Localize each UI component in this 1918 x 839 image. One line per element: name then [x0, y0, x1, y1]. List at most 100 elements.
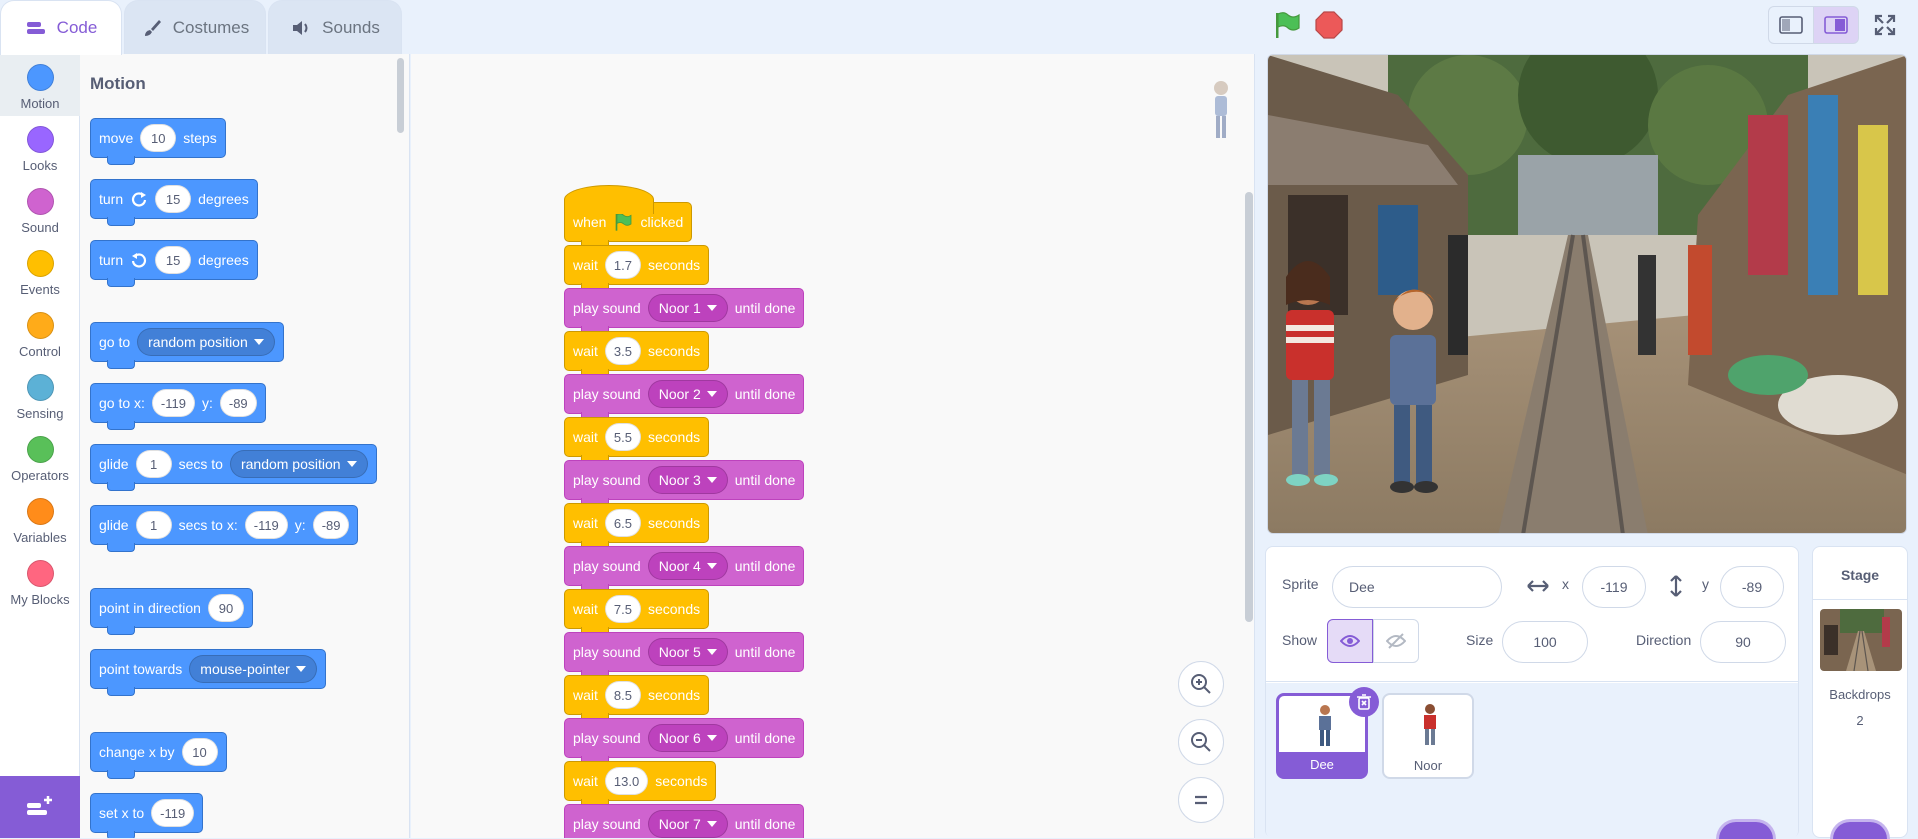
- stage-selector[interactable]: Stage Backdrops 2: [1812, 546, 1908, 839]
- palette-scrollbar[interactable]: [397, 58, 404, 133]
- category-motion[interactable]: Motion: [0, 54, 80, 116]
- zoom-reset-button[interactable]: [1178, 777, 1224, 823]
- block-input[interactable]: 7.5: [604, 595, 641, 623]
- block-input[interactable]: 6.5: [604, 509, 641, 537]
- add-extension-button[interactable]: [0, 776, 80, 838]
- block-input[interactable]: 13.0: [604, 767, 649, 795]
- block-play-sound-until-done[interactable]: play sound Noor 1 until done: [564, 288, 805, 335]
- block-input[interactable]: -89: [219, 389, 257, 417]
- fullscreen-button[interactable]: [1862, 6, 1908, 44]
- script-scrollbar[interactable]: [1245, 192, 1253, 622]
- block-play-sound-until-done[interactable]: play sound Noor 7 until done: [564, 804, 805, 838]
- category-sound[interactable]: Sound: [0, 178, 80, 240]
- block-play-sound-until-done[interactable]: play sound Noor 6 until done: [564, 718, 805, 765]
- zoom-in-button[interactable]: [1178, 661, 1224, 707]
- sprite-name-field[interactable]: Dee: [1332, 566, 1502, 608]
- show-visible-button[interactable]: [1327, 619, 1373, 663]
- block-input[interactable]: -119: [244, 511, 288, 539]
- block-dropdown[interactable]: Noor 6: [647, 724, 728, 752]
- block-point-towards[interactable]: point towards mouse-pointer: [90, 649, 326, 696]
- block-input[interactable]: 3.5: [604, 337, 641, 365]
- block-when-flag-clicked[interactable]: when clicked: [564, 185, 693, 249]
- category-sensing[interactable]: Sensing: [0, 364, 80, 426]
- size-field[interactable]: 100: [1502, 621, 1588, 663]
- category-variables[interactable]: Variables: [0, 488, 80, 550]
- block-dropdown[interactable]: mouse-pointer: [189, 655, 317, 683]
- category-looks[interactable]: Looks: [0, 116, 80, 178]
- block-input[interactable]: 15: [155, 246, 192, 274]
- large-stage-button[interactable]: [1813, 6, 1859, 44]
- block-dropdown[interactable]: Noor 1: [647, 294, 728, 322]
- green-flag-icon[interactable]: [1272, 10, 1302, 40]
- block-change-x[interactable]: change x by 10: [90, 732, 227, 779]
- direction-field[interactable]: 90: [1700, 621, 1786, 663]
- block-wait[interactable]: wait 5.5 seconds: [564, 417, 710, 464]
- tab-sounds[interactable]: Sounds: [268, 0, 402, 54]
- choose-sprite-button[interactable]: [1716, 819, 1776, 839]
- block-wait[interactable]: wait 3.5 seconds: [564, 331, 710, 378]
- block-wait[interactable]: wait 8.5 seconds: [564, 675, 710, 722]
- eye-slash-icon: [1386, 633, 1406, 649]
- block-glide-xy[interactable]: glide 1 secs to x: -119 y: -89: [90, 505, 359, 552]
- block-wait[interactable]: wait 1.7 seconds: [564, 245, 710, 292]
- block-input[interactable]: -119: [151, 389, 195, 417]
- block-input[interactable]: 5.5: [604, 423, 641, 451]
- zoom-out-button[interactable]: [1178, 719, 1224, 765]
- category-label: My Blocks: [10, 592, 70, 607]
- category-operators[interactable]: Operators: [0, 426, 80, 488]
- block-dropdown[interactable]: Noor 4: [647, 552, 728, 580]
- block-glide-to[interactable]: glide 1 secs to random position: [90, 444, 377, 491]
- stop-icon[interactable]: [1315, 11, 1343, 39]
- delete-sprite-button[interactable]: [1349, 687, 1379, 717]
- block-dropdown[interactable]: Noor 3: [647, 466, 728, 494]
- block-input[interactable]: 90: [207, 594, 244, 622]
- block-play-sound-until-done[interactable]: play sound Noor 2 until done: [564, 374, 805, 421]
- block-set-x[interactable]: set x to -119: [90, 793, 204, 838]
- noor-thumbnail-icon: [1424, 704, 1436, 745]
- tab-costumes[interactable]: Costumes: [124, 0, 266, 54]
- y-field[interactable]: -89: [1720, 566, 1784, 608]
- block-input[interactable]: 1.7: [604, 251, 641, 279]
- small-stage-button[interactable]: [1768, 6, 1814, 44]
- tab-code[interactable]: Code: [0, 0, 122, 55]
- block-input[interactable]: -119: [151, 799, 195, 827]
- block-input[interactable]: 15: [155, 185, 192, 213]
- block-input[interactable]: 10: [140, 124, 177, 152]
- block-play-sound-until-done[interactable]: play sound Noor 3 until done: [564, 460, 805, 507]
- block-wait[interactable]: wait 7.5 seconds: [564, 589, 710, 636]
- block-input[interactable]: 1: [135, 450, 172, 478]
- choose-backdrop-button[interactable]: [1830, 819, 1890, 839]
- dropdown-value: Noor 4: [658, 558, 701, 574]
- block-dropdown[interactable]: random position: [137, 328, 275, 356]
- sprite-thumb-noor[interactable]: Noor: [1382, 693, 1474, 779]
- block-go-to-xy[interactable]: go to x: -119 y: -89: [90, 383, 266, 430]
- sprite-name-value: Dee: [1349, 579, 1375, 595]
- block-text: seconds: [647, 257, 701, 273]
- add-extension-icon: [27, 796, 52, 815]
- block-play-sound-until-done[interactable]: play sound Noor 4 until done: [564, 546, 805, 593]
- block-turn-right[interactable]: turn 15 degrees: [90, 179, 258, 226]
- block-point-in-direction[interactable]: point in direction 90: [90, 588, 253, 635]
- show-hidden-button[interactable]: [1373, 619, 1419, 663]
- block-go-to[interactable]: go to random position: [90, 322, 284, 369]
- block-dropdown[interactable]: Noor 7: [647, 810, 728, 838]
- stage[interactable]: [1267, 54, 1907, 534]
- block-dropdown[interactable]: Noor 2: [647, 380, 728, 408]
- block-input[interactable]: 8.5: [604, 681, 641, 709]
- block-dropdown[interactable]: Noor 5: [647, 638, 728, 666]
- category-events[interactable]: Events: [0, 240, 80, 302]
- block-dropdown[interactable]: random position: [229, 450, 368, 478]
- category-my-blocks[interactable]: My Blocks: [0, 550, 80, 612]
- motion-dot-icon: [26, 64, 54, 91]
- category-control[interactable]: Control: [0, 302, 80, 364]
- block-play-sound-until-done[interactable]: play sound Noor 5 until done: [564, 632, 805, 679]
- block-input[interactable]: 1: [135, 511, 172, 539]
- block-wait[interactable]: wait 6.5 seconds: [564, 503, 710, 550]
- block-turn-left[interactable]: turn 15 degrees: [90, 240, 258, 287]
- block-move-steps[interactable]: move 10 steps: [90, 118, 226, 165]
- x-field[interactable]: -119: [1582, 566, 1646, 608]
- script-area[interactable]: when clicked wait 1.7 seconds play sound No…: [411, 54, 1255, 838]
- block-input[interactable]: -89: [312, 511, 350, 539]
- block-wait[interactable]: wait 13.0 seconds: [564, 761, 717, 808]
- block-input[interactable]: 10: [181, 738, 218, 766]
